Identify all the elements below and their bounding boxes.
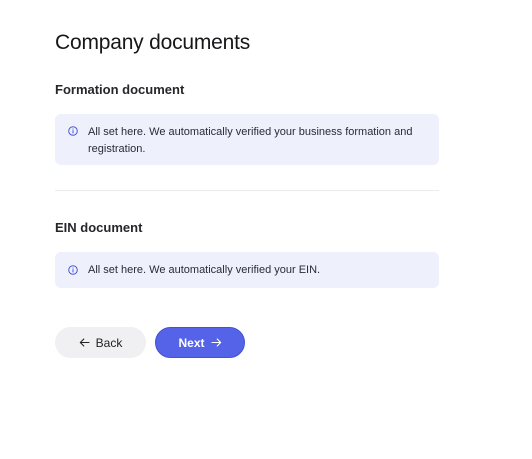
page-title: Company documents xyxy=(55,31,251,54)
back-button[interactable]: Back xyxy=(55,327,146,358)
section-divider xyxy=(55,190,439,191)
ein-verified-notice: All set here. We automatically verified … xyxy=(55,252,439,288)
arrow-left-icon xyxy=(79,338,90,347)
formation-document-heading: Formation document xyxy=(55,82,185,97)
info-circle-icon xyxy=(68,126,78,136)
formation-notice-text: All set here. We automatically verified … xyxy=(88,126,413,155)
ein-notice-text: All set here. We automatically verified … xyxy=(88,264,321,276)
ein-document-heading: EIN document xyxy=(55,220,143,235)
arrow-right-icon xyxy=(210,338,221,347)
back-button-label: Back xyxy=(95,335,123,350)
formation-verified-notice: All set here. We automatically verified … xyxy=(55,114,439,165)
next-button-label: Next xyxy=(178,335,205,350)
next-button[interactable]: Next xyxy=(155,327,245,358)
info-circle-icon xyxy=(68,265,78,275)
